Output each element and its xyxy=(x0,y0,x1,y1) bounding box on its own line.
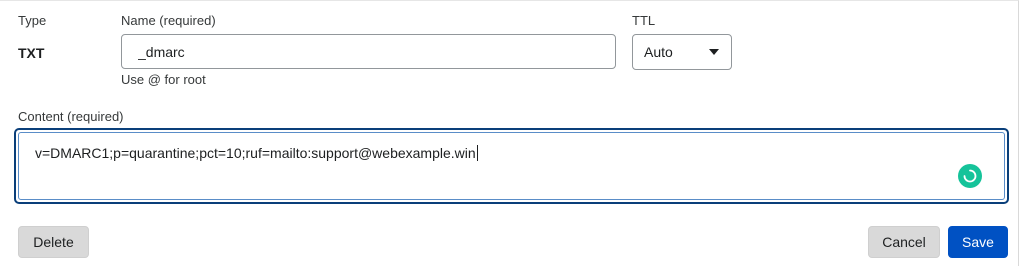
grammar-assistant-loading-icon[interactable] xyxy=(958,164,982,188)
type-value: TXT xyxy=(18,45,45,61)
spinner-arc-icon xyxy=(963,169,977,183)
dns-record-edit-form: Type TXT Name (required) Use @ for root … xyxy=(0,0,1019,266)
save-button[interactable]: Save xyxy=(948,226,1008,258)
delete-button[interactable]: Delete xyxy=(18,226,89,258)
ttl-select[interactable]: Auto xyxy=(632,34,732,70)
cancel-button[interactable]: Cancel xyxy=(868,226,940,258)
content-label: Content (required) xyxy=(18,109,124,124)
content-textarea[interactable]: v=DMARC1;p=quarantine;pct=10;ruf=mailto:… xyxy=(14,128,1009,204)
name-hint: Use @ for root xyxy=(121,72,206,87)
ttl-label: TTL xyxy=(632,13,656,28)
type-label: Type xyxy=(18,13,47,28)
name-input[interactable] xyxy=(121,34,616,69)
name-label: Name (required) xyxy=(121,13,216,28)
content-textarea-inner: v=DMARC1;p=quarantine;pct=10;ruf=mailto:… xyxy=(18,132,1005,200)
caret-down-icon xyxy=(709,49,719,55)
text-cursor xyxy=(476,145,478,161)
content-text-line: v=DMARC1;p=quarantine;pct=10;ruf=mailto:… xyxy=(35,144,478,162)
ttl-selected-value: Auto xyxy=(644,44,673,60)
content-value: v=DMARC1;p=quarantine;pct=10;ruf=mailto:… xyxy=(35,145,476,161)
